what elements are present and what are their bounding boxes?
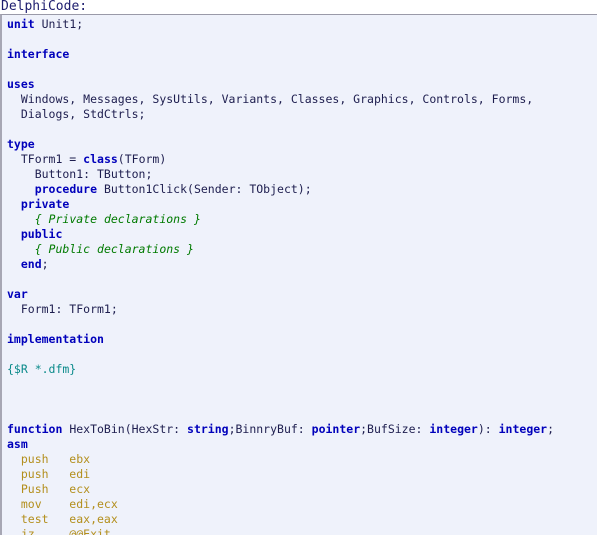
- code-token-kw: public: [20, 227, 63, 241]
- code-token-asm: Push ecx: [7, 482, 91, 496]
- code-listing: unit Unit1; interface uses Windows, Mess…: [3, 17, 597, 535]
- code-token-plain: Button1Click(Sender: TObject);: [97, 182, 312, 196]
- code-token-plain: ;BufSize:: [360, 422, 430, 436]
- code-line: end;: [3, 257, 597, 272]
- code-line: { Public declarations }: [3, 242, 597, 257]
- code-line: procedure Button1Click(Sender: TObject);: [3, 182, 597, 197]
- code-line: Push ecx: [3, 482, 597, 497]
- code-token-kw: asm: [7, 437, 28, 451]
- code-line: var: [3, 287, 597, 302]
- code-token-kw: unit: [7, 17, 35, 31]
- code-token-kw: type: [7, 137, 35, 151]
- code-token-asm: jz @@Exit: [7, 527, 111, 535]
- code-line: test eax,eax: [3, 512, 597, 527]
- code-token-asm: push edi: [7, 467, 91, 481]
- code-token-kw: private: [20, 197, 70, 211]
- code-token-kw: implementation: [7, 332, 104, 346]
- code-token-plain: Dialogs, StdCtrls;: [7, 107, 146, 121]
- code-line: private: [3, 197, 597, 212]
- code-line: function HexToBin(HexStr: string;BinnryB…: [3, 422, 597, 437]
- code-line: asm: [3, 437, 597, 452]
- code-token-kw: end: [20, 257, 42, 271]
- page-title: DelphiCode:: [1, 0, 88, 14]
- code-token-plain: ;: [41, 257, 49, 271]
- code-token-plain: ;BinnryBuf:: [228, 422, 312, 436]
- code-line: push ebx: [3, 452, 597, 467]
- code-token-kw: integer: [498, 422, 548, 436]
- code-token-plain: Form1: TForm1;: [7, 302, 118, 316]
- page-root: DelphiCode: unit Unit1; interface uses W…: [0, 0, 600, 535]
- code-line: mov edi,ecx: [3, 497, 597, 512]
- code-line: implementation: [3, 332, 597, 347]
- code-token-asm: test eax,eax: [7, 512, 118, 526]
- code-token-kw: pointer: [311, 422, 361, 436]
- code-token-kw: class: [83, 152, 118, 166]
- code-line: {$R *.dfm}: [3, 362, 597, 377]
- code-token-plain: Unit1;: [34, 17, 84, 31]
- code-block[interactable]: unit Unit1; interface uses Windows, Mess…: [0, 14, 597, 535]
- code-line: uses: [3, 77, 597, 92]
- code-line: { Private declarations }: [3, 212, 597, 227]
- code-token-plain: HexToBin(HexStr:: [62, 422, 188, 436]
- code-token-plain: (TForm): [117, 152, 167, 166]
- code-token-kw: string: [187, 422, 229, 436]
- code-line: public: [3, 227, 597, 242]
- code-token-kw: var: [7, 287, 28, 301]
- code-line: Windows, Messages, SysUtils, Variants, C…: [3, 92, 597, 107]
- code-line: unit Unit1;: [3, 17, 597, 32]
- code-token-plain: Windows, Messages, SysUtils, Variants, C…: [7, 92, 534, 106]
- code-line: TForm1 = class(TForm): [3, 152, 597, 167]
- code-token-kw: procedure: [34, 182, 98, 196]
- code-token-plain: ;: [547, 422, 555, 436]
- code-token-kw: interface: [7, 47, 70, 61]
- code-token-kw: uses: [7, 77, 35, 91]
- code-token-plain: Button1: TButton;: [7, 167, 153, 181]
- code-token-asm: push ebx: [7, 452, 91, 466]
- code-line: push edi: [3, 467, 597, 482]
- code-line: type: [3, 137, 597, 152]
- code-token-plain: TForm1 =: [7, 152, 84, 166]
- code-token-dir: {$R *.dfm}: [7, 362, 77, 376]
- code-token-kw: integer: [429, 422, 478, 436]
- code-line: interface: [3, 47, 597, 62]
- code-line: jz @@Exit: [3, 527, 597, 535]
- code-token-kw: function: [7, 422, 63, 436]
- code-line: Dialogs, StdCtrls;: [3, 107, 597, 122]
- code-token-cmt: { Private declarations }: [34, 212, 201, 226]
- code-token-cmt: { Public declarations }: [34, 242, 194, 256]
- code-line: Button1: TButton;: [3, 167, 597, 182]
- code-line: Form1: TForm1;: [3, 302, 597, 317]
- code-token-asm: mov edi,ecx: [7, 497, 118, 511]
- code-token-plain: ):: [477, 422, 499, 436]
